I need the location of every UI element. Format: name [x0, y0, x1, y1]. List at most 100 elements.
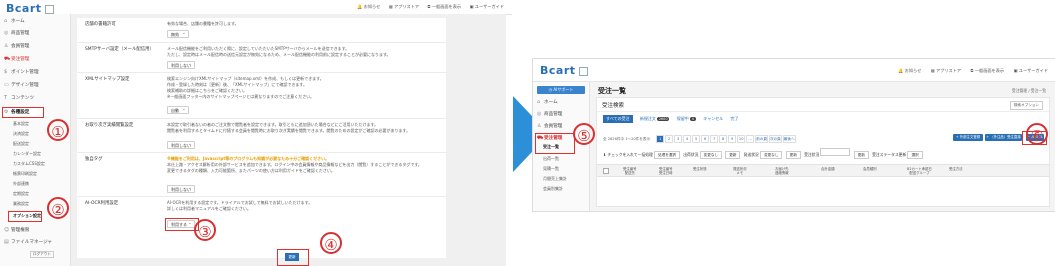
- update-button-2[interactable]: 更新: [785, 151, 801, 159]
- user-guide-link[interactable]: ▣ ユーザーガイド: [469, 4, 504, 9]
- sidebar-item-members[interactable]: ♙ 会員管理: [537, 123, 562, 129]
- column-header[interactable]: 発送状況 メモ: [733, 167, 747, 175]
- sidebar-item-admin[interactable]: ☺ 管理権限: [4, 227, 29, 233]
- page-link[interactable]: 7: [710, 135, 719, 143]
- column-header[interactable]: 会員種別: [863, 167, 877, 171]
- sidebar-sub-estimate-list[interactable]: 見積一覧: [543, 166, 559, 172]
- products-icon: ◎: [537, 111, 542, 117]
- notice-link[interactable]: 🔔 お知らせ: [357, 4, 380, 9]
- sidebar-item-contents[interactable]: T コンテンツ: [4, 95, 34, 101]
- sidebar-sub-calendar[interactable]: カレンダー設定: [13, 151, 41, 157]
- bulk-label: ⬇ チェックを入れて一括処理: [603, 152, 653, 157]
- menu-toggle-icon[interactable]: [44, 4, 54, 14]
- setting-row: AI-OCR利用設定 AI-OCRを利用する設定です。ドライアルでお試しで無料で…: [77, 196, 446, 257]
- column-header[interactable]: 受注状態: [693, 167, 707, 171]
- search-option-button[interactable]: 検索オプション: [1009, 101, 1043, 110]
- page-link[interactable]: 5: [692, 135, 701, 143]
- ai-ocr-select[interactable]: 利用する: [167, 219, 195, 228]
- column-header[interactable]: 受注番号 受注日時: [659, 167, 673, 175]
- update-button-3[interactable]: 更新: [853, 151, 869, 159]
- user-guide-link[interactable]: ▣ ユーザーガイド: [1013, 68, 1048, 73]
- page-link[interactable]: 8: [719, 135, 728, 143]
- sidebar-item-products[interactable]: ◎ 商品管理: [537, 111, 562, 117]
- column-header[interactable]: 合計金額: [821, 167, 835, 171]
- sidebar-sub-member-summary[interactable]: 会員別集計: [543, 186, 563, 192]
- products-icon: ◎: [4, 30, 9, 36]
- tab-cancel[interactable]: キャンセル: [703, 116, 723, 122]
- appstore-link[interactable]: ▦ アプリストア: [931, 68, 961, 73]
- page-link[interactable]: 6: [701, 135, 710, 143]
- sidebar-item-orders[interactable]: ⛟受注管理: [537, 135, 562, 142]
- sidebar-sub-monthly[interactable]: 月間売上集計: [543, 176, 567, 182]
- sidebar-item-members[interactable]: ♙ 会員管理: [4, 43, 29, 49]
- tab-complete[interactable]: 完了: [731, 116, 739, 122]
- setting-select[interactable]: 利用しない: [167, 184, 195, 193]
- sidebar-sub-regular[interactable]: 定期設定: [13, 191, 29, 197]
- card-title: 受注検索: [602, 103, 625, 109]
- sidebar-item-design[interactable]: ▭ デザイン管理: [4, 82, 39, 88]
- setting-select[interactable]: 自動: [167, 105, 189, 114]
- payment-select[interactable]: 変更なし: [760, 151, 783, 159]
- column-header[interactable]: お届け先 連絡情報: [775, 167, 789, 175]
- direct-order-button[interactable]: + （外注品）受注直接登録: [985, 134, 1022, 146]
- top-links: 🔔 お知らせ ▦ アプリストア ⧉ 一般画面を表示 ▣ ユーザーガイド: [890, 68, 1048, 74]
- sidebar-sub-basic[interactable]: 基本設定: [13, 121, 29, 127]
- sidebar-item-home[interactable]: ⌂ ホーム: [4, 18, 25, 24]
- view-public-link[interactable]: ⧉ 一般画面を表示: [427, 4, 461, 9]
- sidebar-sub-payment[interactable]: 決済設定: [13, 131, 29, 137]
- sidebar-item-files[interactable]: ▤ ファイルマネージャ: [4, 239, 52, 245]
- sidebar-sub-external[interactable]: 外部連携: [13, 181, 29, 187]
- main-content: 受注一覧 受注管理 / 受注一覧 受注検索 検索オプション すべての受注 新規注…: [590, 82, 1055, 211]
- ai-support-button[interactable]: ◷ AIサポート: [537, 86, 585, 94]
- sidebar-sub-business[interactable]: 業務設定: [13, 201, 29, 207]
- sidebar-sub-option[interactable]: オプション設定: [13, 213, 41, 219]
- column-header[interactable]: 受注番号 配送先: [623, 167, 637, 175]
- shipping-select[interactable]: 変更なし: [699, 151, 723, 159]
- sidebar-item-points[interactable]: $ ポイント管理: [4, 69, 39, 75]
- notice-link[interactable]: 🔔 お知らせ: [898, 68, 921, 73]
- appstore-link[interactable]: ▦ アプリストア: [389, 4, 419, 9]
- design-icon: ▭: [4, 82, 9, 88]
- page-link[interactable]: 10: [737, 135, 746, 143]
- logout-button[interactable]: ログアウト: [30, 251, 54, 258]
- menu-toggle-icon[interactable]: [578, 66, 588, 76]
- sidebar-sub-order-list[interactable]: 受注一覧: [543, 144, 559, 150]
- sidebar-sub-shipping[interactable]: 配送設定: [13, 141, 29, 147]
- search-card: 受注検索 検索オプション すべての受注 新規注文 2600 保留中 4 キャンセル …: [596, 97, 1050, 207]
- memo-input[interactable]: [820, 148, 851, 156]
- admin-icon: ☺: [4, 227, 10, 233]
- sidebar-sub-shipment-list[interactable]: 出荷一覧: [543, 156, 559, 162]
- page-link[interactable]: 1: [656, 135, 665, 143]
- update-button-1[interactable]: 更新: [725, 151, 741, 159]
- column-header[interactable]: 受注方法: [949, 167, 963, 171]
- view-public-link[interactable]: ⧉ 一般画面を表示: [970, 68, 1004, 73]
- page-link[interactable]: 4: [683, 135, 692, 143]
- sidebar-sub-print[interactable]: 帳票印刷設定: [13, 171, 37, 177]
- sidebar-item-orders[interactable]: ⛟受注管理: [4, 56, 29, 63]
- tab-pending[interactable]: 保留中 4: [677, 116, 696, 122]
- setting-select[interactable]: 利用しない: [167, 60, 195, 69]
- logo[interactable]: Bcart: [540, 64, 588, 77]
- page-link[interactable]: 2: [665, 135, 674, 143]
- status-select[interactable]: 選択: [907, 151, 923, 159]
- select-all-checkbox[interactable]: [603, 168, 609, 174]
- sidebar-item-products[interactable]: ◎ 商品管理: [4, 30, 29, 36]
- page-next[interactable]: 次の頁: [768, 135, 782, 143]
- sidebar-sub-css[interactable]: カスタムCSS設定: [13, 161, 45, 167]
- tab-new[interactable]: 新規注文 2600: [640, 116, 670, 122]
- column-header[interactable]: B2カート承認日 配送グループ: [907, 167, 932, 175]
- settings-card: 店舗の書籍許可 有効な場合、店舗の書籍を許可します。 無効 SMTPサーバ設定（…: [77, 18, 446, 258]
- setting-select[interactable]: 無効: [167, 29, 189, 38]
- page-prev[interactable]: 前の頁: [755, 135, 768, 143]
- setting-select[interactable]: 利用しない: [167, 140, 195, 149]
- bulk-select[interactable]: 処理を選択: [654, 151, 681, 159]
- sidebar-item-home[interactable]: ⌂ ホーム: [537, 99, 558, 105]
- tab-all[interactable]: すべての受注: [603, 115, 633, 123]
- external-order-button[interactable]: + 外部注文登録: [953, 134, 983, 141]
- sidebar-item-settings[interactable]: ⚙ 各種設定: [4, 109, 29, 115]
- page-last[interactable]: 最後へ: [782, 135, 796, 143]
- shipping-label: 出荷状況: [683, 152, 699, 157]
- page-link[interactable]: 9: [728, 135, 737, 143]
- page-link[interactable]: 3: [674, 135, 683, 143]
- update-button[interactable]: 更新: [285, 253, 299, 261]
